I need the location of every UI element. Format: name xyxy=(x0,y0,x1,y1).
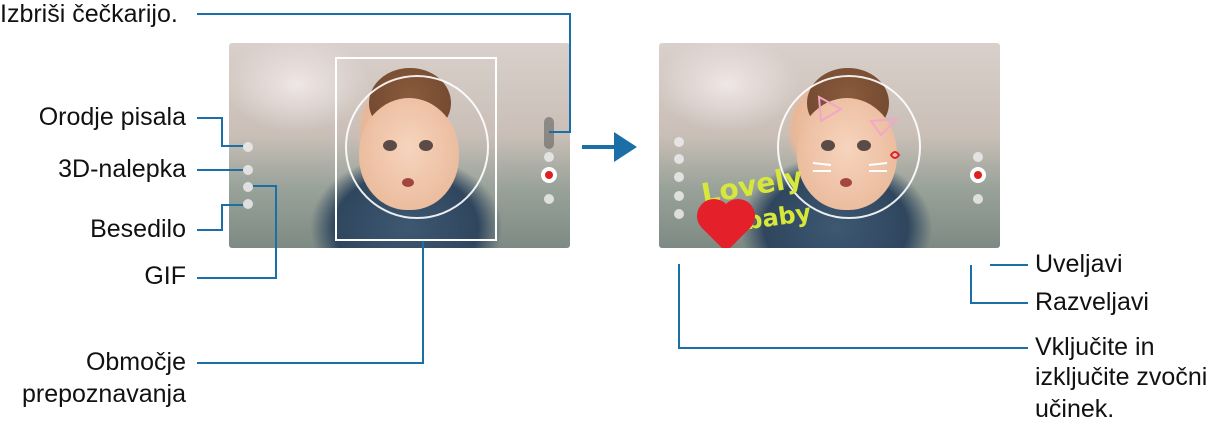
callout-line xyxy=(549,131,571,133)
gif-button[interactable] xyxy=(243,182,253,192)
label-recognition-area-2: prepoznavanja xyxy=(21,380,186,408)
label-sound-1: Vključite in xyxy=(1035,333,1155,361)
label-undo: Razveljavi xyxy=(1035,288,1149,316)
recognition-area-frame xyxy=(335,57,497,241)
label-3d-sticker: 3D-nalepka xyxy=(58,155,186,183)
pen-tool-button[interactable] xyxy=(674,137,684,147)
callout-line xyxy=(197,362,424,364)
callout-line xyxy=(990,264,1028,266)
eraser-button[interactable] xyxy=(674,209,684,219)
label-sound-2: izključite zvočni xyxy=(1035,363,1208,391)
callout-line xyxy=(197,277,277,279)
text-button[interactable] xyxy=(243,199,253,209)
record-button[interactable] xyxy=(970,167,986,183)
callout-line xyxy=(253,185,277,187)
label-recognition-area-1: Območje xyxy=(85,348,186,376)
callout-line xyxy=(422,241,424,364)
callout-line xyxy=(221,204,243,206)
callout-line xyxy=(970,265,972,304)
label-gif: GIF xyxy=(144,262,186,290)
cat-ears-doodle xyxy=(812,95,901,172)
effects-button[interactable] xyxy=(973,194,983,204)
label-apply: Uveljavi xyxy=(1035,250,1123,278)
settings-dot[interactable] xyxy=(544,152,554,162)
label-pen-tool: Orodje pisala xyxy=(38,103,186,131)
callout-line xyxy=(197,117,223,119)
sticker-3d-button[interactable] xyxy=(243,165,253,175)
callout-line xyxy=(221,204,223,231)
settings-dot[interactable] xyxy=(973,152,983,162)
callout-line xyxy=(197,229,223,231)
erase-drawing-button[interactable] xyxy=(544,117,554,149)
callout-line xyxy=(275,185,277,279)
sticker-3d-button[interactable] xyxy=(674,154,684,164)
callout-line xyxy=(197,169,243,171)
left-screenshot xyxy=(229,43,570,248)
text-button[interactable] xyxy=(674,191,684,201)
label-erase-drawing: Izbriši čečkarijo. xyxy=(0,0,178,28)
right-screenshot: Lovely baby xyxy=(659,43,1000,248)
record-button[interactable] xyxy=(541,167,557,183)
callout-line xyxy=(678,347,1028,349)
callout-line xyxy=(221,117,223,147)
label-text: Besedilo xyxy=(90,215,186,243)
effects-button[interactable] xyxy=(544,194,554,204)
gif-button[interactable] xyxy=(674,172,684,182)
callout-line xyxy=(221,145,243,147)
callout-line xyxy=(569,13,571,133)
pen-tool-button[interactable] xyxy=(243,142,253,152)
callout-line xyxy=(678,264,680,349)
right-arrow-icon xyxy=(582,132,637,162)
label-sound-3: učinek. xyxy=(1035,395,1115,423)
callout-line xyxy=(970,302,1028,304)
callout-line xyxy=(197,13,571,15)
